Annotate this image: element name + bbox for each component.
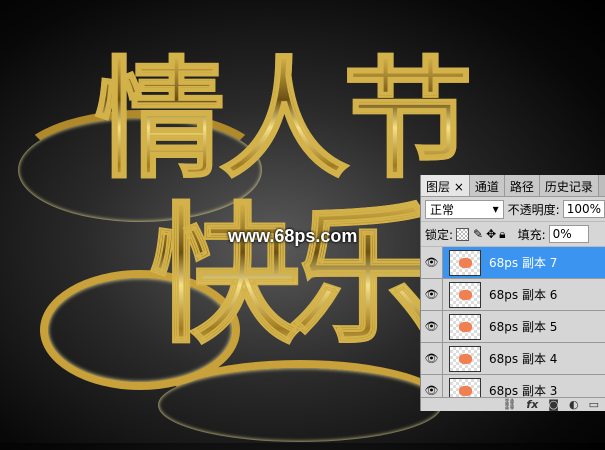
layer-row[interactable]: 👁︎ 68ps 副本 4 bbox=[421, 343, 605, 375]
tab-history[interactable]: 历史记录 bbox=[539, 175, 599, 196]
eye-icon[interactable]: 👁︎ bbox=[421, 279, 443, 310]
panel-toolbar: ⛓ fx ◙ ◐ ▭ bbox=[421, 397, 605, 411]
layer-row[interactable]: 👁︎ 68ps 副本 3 bbox=[421, 375, 605, 397]
link-icon[interactable]: ⛓ bbox=[502, 398, 516, 411]
fill-label: 填充: bbox=[517, 227, 546, 242]
layer-thumbnail bbox=[449, 345, 481, 372]
opacity-input[interactable]: 100% bbox=[562, 200, 605, 218]
blend-mode-select[interactable]: 正常 ▾ bbox=[425, 199, 504, 219]
layer-thumbnail bbox=[449, 377, 481, 397]
layer-name: 68ps 副本 4 bbox=[489, 352, 558, 366]
tab-channels[interactable]: 通道 bbox=[469, 175, 505, 196]
eye-icon[interactable]: 👁︎ bbox=[421, 247, 443, 278]
layer-thumbnail bbox=[449, 281, 481, 308]
chevron-down-icon: ▾ bbox=[492, 202, 499, 216]
fx-icon[interactable]: fx bbox=[526, 398, 538, 411]
lock-transparency-icon[interactable] bbox=[456, 227, 470, 241]
artwork-title-line2: 快乐 bbox=[149, 155, 441, 372]
lock-row: 锁定: ✎ ✥ 🔒︎ 填充: 0% bbox=[421, 222, 605, 247]
eye-icon[interactable]: 👁︎ bbox=[421, 311, 443, 342]
watermark: www.68ps.com bbox=[228, 226, 358, 246]
lock-icon[interactable]: 🔒︎ bbox=[499, 227, 505, 242]
layer-name: 68ps 副本 3 bbox=[489, 384, 558, 397]
layer-thumbnail bbox=[449, 313, 481, 340]
fill-input[interactable]: 0% bbox=[548, 225, 589, 243]
tab-paths[interactable]: 路径 bbox=[504, 175, 540, 196]
brush-icon[interactable]: ✎ bbox=[473, 227, 483, 241]
blend-mode-value: 正常 bbox=[430, 202, 455, 217]
folder-icon[interactable]: ▭ bbox=[589, 398, 599, 411]
layer-name: 68ps 副本 7 bbox=[489, 256, 558, 270]
blend-row: 正常 ▾ 不透明度: 100% bbox=[421, 197, 605, 222]
eye-icon[interactable]: 👁︎ bbox=[421, 375, 443, 397]
layer-row[interactable]: 👁︎ 68ps 副本 6 bbox=[421, 279, 605, 311]
layer-thumbnail bbox=[449, 249, 481, 276]
layers-panel: 图层 × 通道 路径 历史记录 正常 ▾ 不透明度: 100% 锁定: ✎ ✥ 🔒… bbox=[420, 175, 605, 411]
lock-label: 锁定: bbox=[425, 227, 454, 242]
layer-list: 👁︎ 68ps 副本 7 👁︎ 68ps 副本 6 👁︎ 68ps 副本 5 👁︎ 68… bbox=[421, 247, 605, 397]
swirl-ornament bbox=[150, 360, 450, 450]
adjustment-icon[interactable]: ◐ bbox=[569, 398, 579, 411]
tab-layers[interactable]: 图层 × bbox=[421, 175, 470, 196]
layer-row[interactable]: 👁︎ 68ps 副本 5 bbox=[421, 311, 605, 343]
layer-row[interactable]: 👁︎ 68ps 副本 7 bbox=[421, 247, 605, 279]
opacity-label: 不透明度: bbox=[507, 202, 560, 217]
panel-tabs: 图层 × 通道 路径 历史记录 bbox=[421, 175, 605, 197]
mask-icon[interactable]: ◙ bbox=[548, 398, 559, 411]
layer-name: 68ps 副本 6 bbox=[489, 288, 558, 302]
eye-icon[interactable]: 👁︎ bbox=[421, 343, 443, 374]
layer-name: 68ps 副本 5 bbox=[489, 320, 558, 334]
move-icon[interactable]: ✥ bbox=[486, 227, 496, 241]
